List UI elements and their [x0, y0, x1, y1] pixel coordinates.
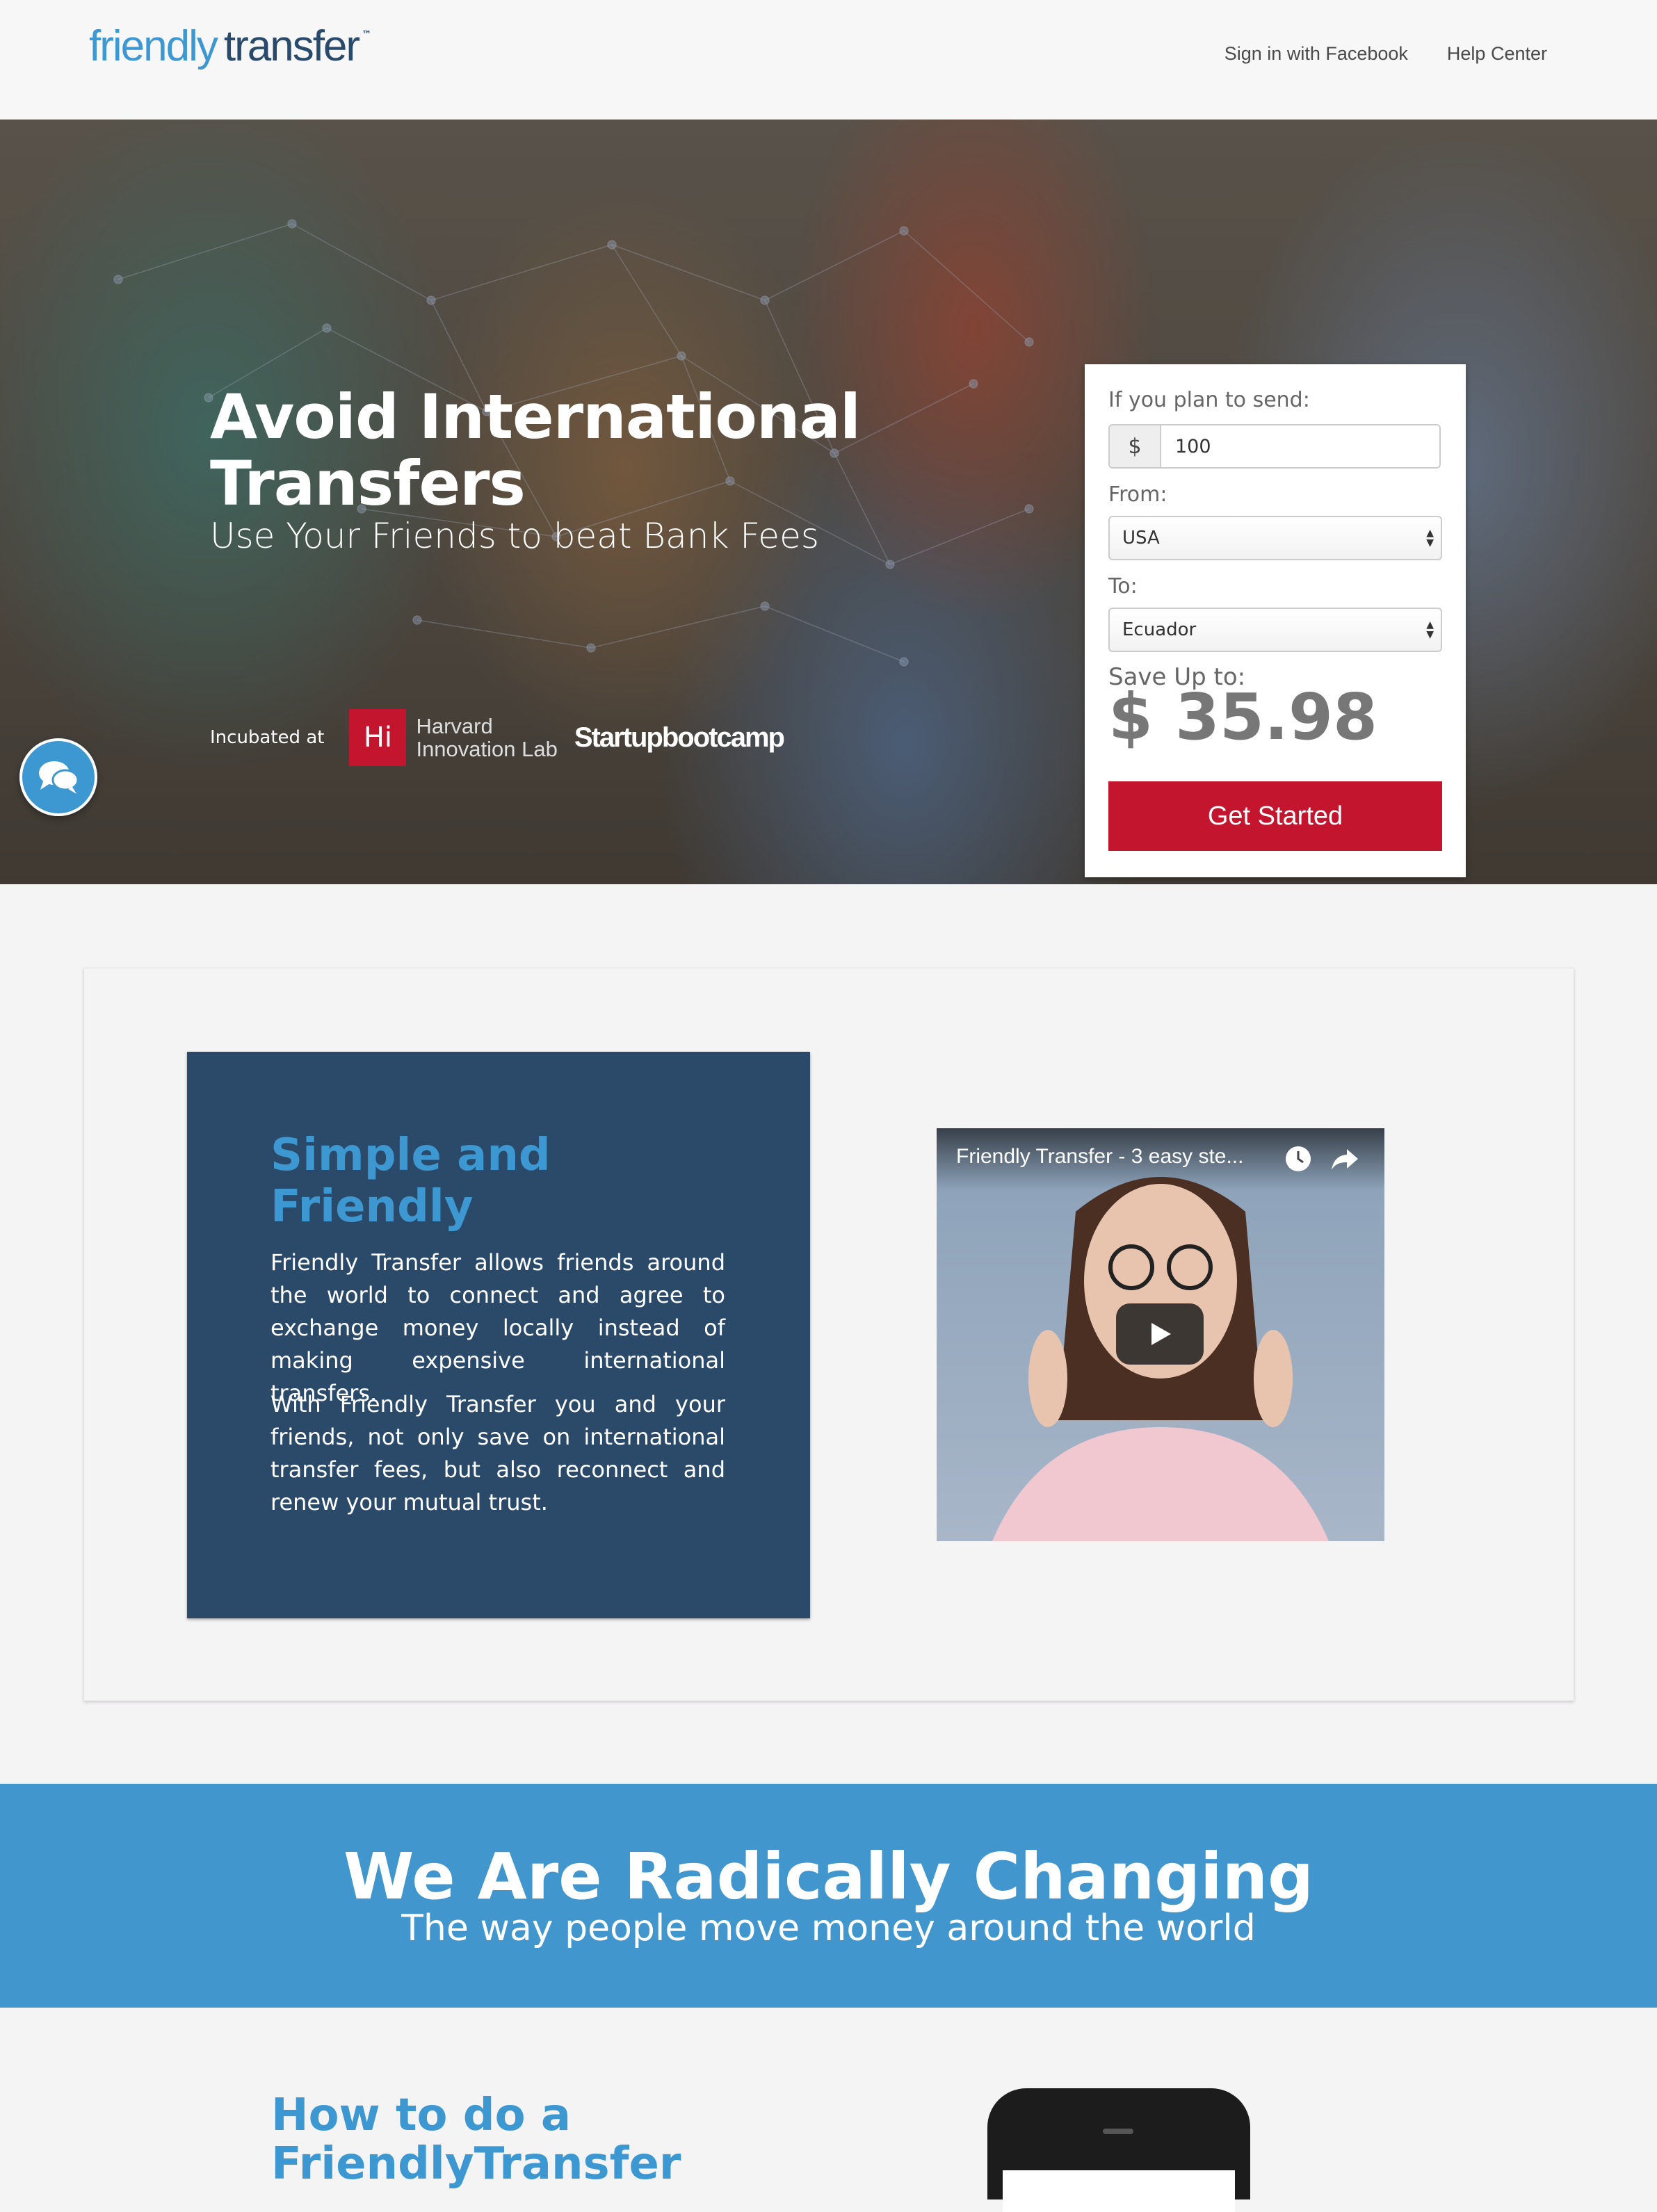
- select-arrows-icon: ▲ ▼: [1426, 619, 1434, 640]
- currency-symbol: $: [1110, 425, 1161, 467]
- intro-heading: Simple and Friendly: [270, 1130, 551, 1233]
- chat-bubbles-icon: [39, 761, 79, 794]
- harvard-innovation-lab-logo: Harvard Innovation Lab: [416, 715, 557, 761]
- from-country-select[interactable]: USA ▲ ▼: [1108, 516, 1442, 560]
- select-arrows-icon: ▲ ▼: [1426, 528, 1434, 548]
- phone-screen: [1003, 2170, 1235, 2212]
- hero-section: Avoid International Transfers Use Your F…: [0, 120, 1657, 884]
- logo-trademark: ™: [362, 29, 372, 40]
- from-label: From:: [1108, 482, 1167, 507]
- top-header: friendly transfer ™ Sign in with Faceboo…: [0, 0, 1657, 120]
- harvard-line2: Innovation Lab: [416, 737, 558, 761]
- from-country-value: USA: [1122, 528, 1160, 548]
- banner-subtitle: The way people move money around the wor…: [401, 1908, 1256, 1949]
- chat-button[interactable]: [19, 738, 97, 816]
- savings-calculator: If you plan to send: $ From: USA ▲▼ To: …: [1085, 364, 1466, 877]
- amount-field[interactable]: $: [1108, 424, 1441, 469]
- play-button[interactable]: [1116, 1303, 1204, 1365]
- help-center-link[interactable]: Help Center: [1447, 43, 1547, 65]
- friendly-transfer-logo[interactable]: friendly transfer ™: [89, 25, 371, 95]
- to-country-value: Ecuador: [1122, 619, 1197, 640]
- intro-text-box: Simple and Friendly Friendly Transfer al…: [187, 1052, 810, 1618]
- incubators: Incubated at Hi Harvard Innovation Lab S…: [210, 709, 785, 766]
- phone-speaker: [1103, 2129, 1133, 2134]
- to-country-select[interactable]: Ecuador ▲ ▼: [1108, 608, 1442, 652]
- play-icon: [1151, 1323, 1171, 1345]
- get-started-button[interactable]: Get Started: [1108, 781, 1442, 851]
- howto-heading: How to do a FriendlyTransfer: [271, 2090, 681, 2190]
- intro-paragraph-2: With Friendly Transfer you and your frie…: [270, 1391, 725, 1515]
- top-nav: Sign in with Facebook Help Center: [1224, 43, 1547, 65]
- amount-input[interactable]: [1161, 425, 1439, 467]
- save-amount: $ 35.98: [1108, 680, 1378, 754]
- mission-banner: We Are Radically Changing The way people…: [0, 1784, 1657, 2008]
- incubated-label: Incubated at: [210, 727, 325, 748]
- sign-in-facebook-link[interactable]: Sign in with Facebook: [1224, 43, 1408, 65]
- startupbootcamp-logo: Startupbootcamp: [574, 722, 785, 753]
- intro-panel: Simple and Friendly Friendly Transfer al…: [83, 968, 1574, 1701]
- phone-mockup: [987, 2088, 1250, 2212]
- to-label: To:: [1108, 574, 1138, 599]
- harvard-line1: Harvard: [416, 714, 493, 738]
- intro-paragraph-1: Friendly Transfer allows friends around …: [270, 1249, 725, 1406]
- logo-word-transfer: transfer: [223, 22, 360, 70]
- logo-word-friendly: friendly: [89, 22, 218, 70]
- harvard-hi-logo: Hi: [349, 709, 407, 766]
- banner-title: We Are Radically Changing: [343, 1839, 1314, 1914]
- hero-subtitle: Use Your Friends to beat Bank Fees: [210, 516, 819, 556]
- send-label: If you plan to send:: [1108, 388, 1310, 412]
- video-player[interactable]: Friendly Transfer - 3 easy ste...: [937, 1128, 1384, 1541]
- hero-title: Avoid International Transfers: [210, 381, 861, 519]
